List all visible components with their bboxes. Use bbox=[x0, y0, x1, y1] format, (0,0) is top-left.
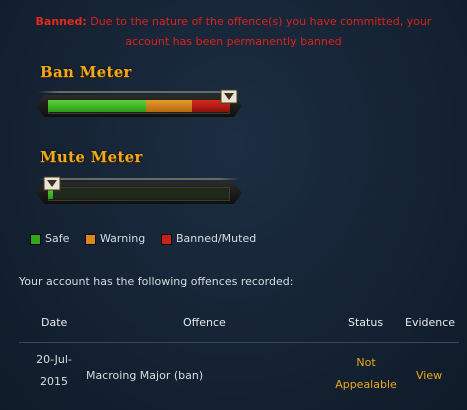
offences-intro: Your account has the following offences … bbox=[19, 275, 294, 288]
ban-notice: Banned: Due to the nature of the offence… bbox=[0, 12, 467, 52]
ban-meter-title: Ban Meter bbox=[40, 63, 132, 81]
row-date: 20-Jul- 2015 bbox=[28, 349, 80, 393]
mute-meter bbox=[34, 176, 244, 208]
legend-swatch-warning bbox=[85, 234, 96, 245]
ban-notice-text-1: Due to the nature of the offence(s) you … bbox=[90, 15, 432, 28]
view-evidence-link[interactable]: View bbox=[416, 365, 442, 387]
row-date-line-2: 2015 bbox=[40, 375, 68, 388]
ban-notice-line-2: account has been permanently banned bbox=[125, 35, 342, 48]
row-status-line-1: Not bbox=[356, 356, 376, 369]
ban-meter-fill bbox=[48, 100, 230, 112]
ban-notice-line-1: Banned: Due to the nature of the offence… bbox=[0, 12, 467, 32]
ban-meter-pointer-icon bbox=[220, 89, 238, 104]
row-offence: Macroing Major (ban) bbox=[86, 369, 204, 382]
ban-meter bbox=[34, 89, 244, 121]
table-divider bbox=[19, 342, 459, 343]
mute-meter-title: Mute Meter bbox=[40, 148, 143, 166]
mute-meter-pointer-icon bbox=[43, 176, 61, 191]
row-date-line-1: 20-Jul- bbox=[36, 353, 72, 366]
legend-swatch-safe bbox=[30, 234, 41, 245]
ban-meter-segment-safe bbox=[48, 100, 147, 112]
col-header-date: Date bbox=[41, 316, 68, 329]
mute-meter-fill bbox=[48, 187, 230, 199]
legend-label-banned-muted: Banned/Muted bbox=[176, 232, 257, 245]
ban-meter-top-rail bbox=[38, 91, 240, 93]
col-header-offence: Offence bbox=[183, 316, 226, 329]
row-status: Not Appealable bbox=[330, 352, 402, 396]
ban-notice-label: Banned: bbox=[35, 15, 87, 28]
row-status-line-2: Appealable bbox=[335, 378, 397, 391]
legend-swatch-banned-muted bbox=[161, 234, 172, 245]
col-header-evidence: Evidence bbox=[405, 316, 456, 329]
col-header-status: Status bbox=[348, 316, 384, 329]
mute-meter-top-rail bbox=[38, 178, 240, 180]
legend-label-safe: Safe bbox=[45, 232, 70, 245]
legend-label-warning: Warning bbox=[100, 232, 146, 245]
ban-meter-segment-warning bbox=[146, 100, 192, 112]
